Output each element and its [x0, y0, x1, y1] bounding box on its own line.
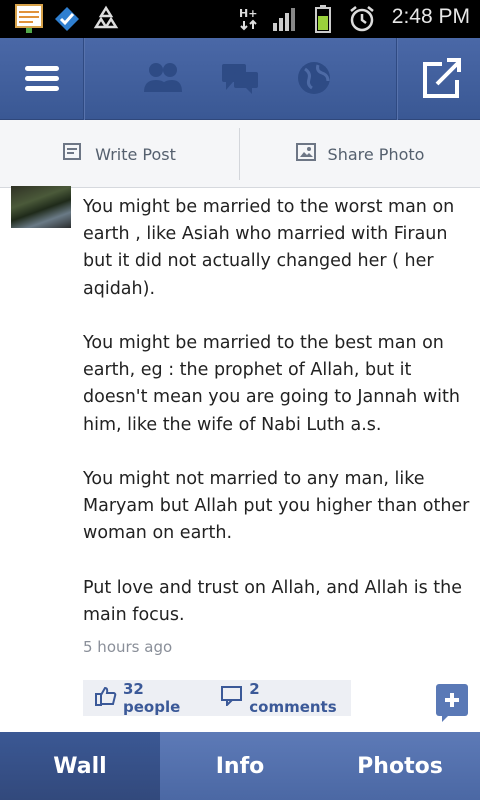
- menu-icon: [25, 66, 59, 91]
- post-paragraph: Put love and trust on Allah, and Allah i…: [83, 577, 463, 625]
- svg-text:H+: H+: [239, 7, 257, 20]
- thumbs-up-icon: [95, 686, 117, 710]
- plus-icon: [442, 693, 459, 722]
- notes-notification-icon: [14, 3, 44, 39]
- status-time: 2:48 PM: [391, 5, 470, 28]
- comments-link[interactable]: 2 comments: [221, 680, 351, 716]
- post-timestamp: 5 hours ago: [83, 638, 173, 656]
- write-post-button[interactable]: Write Post: [0, 120, 239, 188]
- write-post-icon: [63, 143, 83, 165]
- globe-icon[interactable]: [296, 60, 332, 100]
- write-post-label: Write Post: [95, 144, 176, 164]
- tab-info[interactable]: Info: [160, 732, 320, 800]
- likes-count: 32 people: [123, 680, 181, 716]
- share-icon: [423, 58, 461, 98]
- share-button[interactable]: [397, 38, 480, 120]
- post-paragraph: You might be married to the worst man on…: [83, 197, 455, 299]
- alarm-icon: [348, 5, 376, 37]
- tab-photos[interactable]: Photos: [320, 732, 480, 800]
- likes-link[interactable]: 32 people: [95, 680, 205, 716]
- battery-icon: [314, 4, 332, 38]
- status-bar: H+ 2:48 PM: [0, 0, 480, 38]
- recycle-icon: [92, 5, 120, 37]
- post-paragraph: You might be married to the best man on …: [83, 333, 460, 435]
- check-shield-icon: [52, 5, 82, 37]
- photo-icon: [295, 143, 316, 165]
- top-nav: [0, 38, 480, 120]
- menu-button[interactable]: [0, 38, 83, 120]
- messages-icon[interactable]: [220, 62, 260, 100]
- avatar[interactable]: [11, 186, 71, 228]
- comments-count: 2 comments: [249, 680, 337, 716]
- bottom-tab-bar: Wall Info Photos: [0, 732, 480, 800]
- share-photo-label: Share Photo: [327, 144, 425, 164]
- signal-bars-icon: [272, 6, 298, 36]
- share-photo-button[interactable]: Share Photo: [240, 120, 480, 188]
- comment-icon: [221, 686, 243, 710]
- add-comment-button[interactable]: [436, 684, 468, 722]
- post-body: You might be married to the worst man on…: [83, 194, 475, 656]
- nav-center-icons: [84, 38, 396, 120]
- like-comment-bar: 32 people 2 comments: [83, 680, 351, 716]
- post-action-bar: Write Post Share Photo: [0, 120, 480, 188]
- post-paragraph: You might not married to any man, like M…: [83, 469, 470, 544]
- friends-icon[interactable]: [142, 60, 184, 100]
- tab-wall[interactable]: Wall: [0, 732, 160, 800]
- hplus-signal-icon: H+: [238, 6, 264, 36]
